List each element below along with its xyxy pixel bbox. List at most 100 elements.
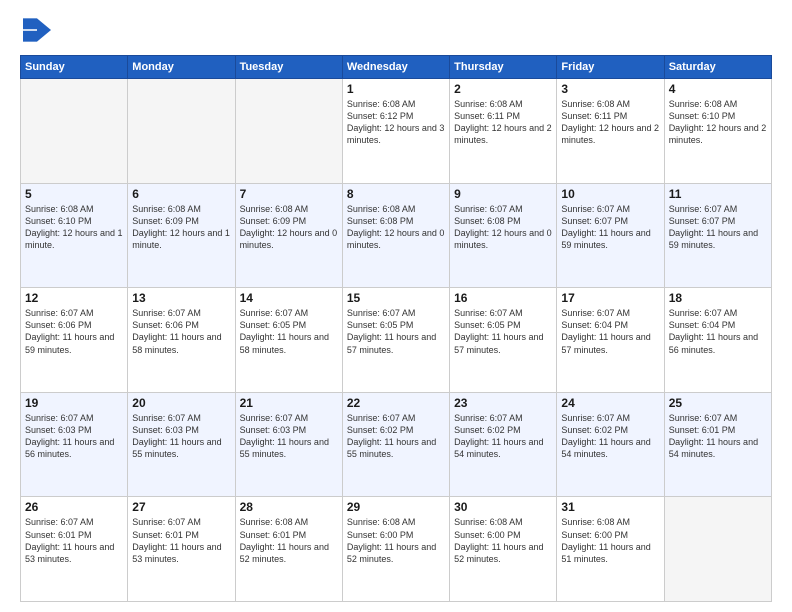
day-number: 21 — [240, 396, 338, 410]
day-of-week-header: Wednesday — [342, 56, 449, 79]
day-info: Sunrise: 6:07 AM Sunset: 6:01 PM Dayligh… — [25, 516, 123, 565]
calendar-cell: 31 Sunrise: 6:08 AM Sunset: 6:00 PM Dayli… — [557, 497, 664, 602]
calendar-cell — [664, 497, 771, 602]
day-info: Sunrise: 6:07 AM Sunset: 6:01 PM Dayligh… — [669, 412, 767, 461]
day-number: 11 — [669, 187, 767, 201]
day-info: Sunrise: 6:07 AM Sunset: 6:03 PM Dayligh… — [25, 412, 123, 461]
calendar-cell: 27 Sunrise: 6:07 AM Sunset: 6:01 PM Dayli… — [128, 497, 235, 602]
day-info: Sunrise: 6:07 AM Sunset: 6:06 PM Dayligh… — [25, 307, 123, 356]
calendar-cell: 5 Sunrise: 6:08 AM Sunset: 6:10 PM Daylig… — [21, 183, 128, 288]
calendar-week-row: 26 Sunrise: 6:07 AM Sunset: 6:01 PM Dayli… — [21, 497, 772, 602]
calendar-cell: 22 Sunrise: 6:07 AM Sunset: 6:02 PM Dayli… — [342, 392, 449, 497]
day-number: 23 — [454, 396, 552, 410]
day-number: 27 — [132, 500, 230, 514]
calendar-cell: 19 Sunrise: 6:07 AM Sunset: 6:03 PM Dayli… — [21, 392, 128, 497]
day-info: Sunrise: 6:07 AM Sunset: 6:02 PM Dayligh… — [347, 412, 445, 461]
calendar-cell: 23 Sunrise: 6:07 AM Sunset: 6:02 PM Dayli… — [450, 392, 557, 497]
calendar-cell — [128, 79, 235, 184]
day-of-week-header: Saturday — [664, 56, 771, 79]
calendar-cell: 30 Sunrise: 6:08 AM Sunset: 6:00 PM Dayli… — [450, 497, 557, 602]
calendar-cell: 20 Sunrise: 6:07 AM Sunset: 6:03 PM Dayli… — [128, 392, 235, 497]
day-info: Sunrise: 6:07 AM Sunset: 6:06 PM Dayligh… — [132, 307, 230, 356]
calendar-cell: 7 Sunrise: 6:08 AM Sunset: 6:09 PM Daylig… — [235, 183, 342, 288]
day-number: 12 — [25, 291, 123, 305]
day-info: Sunrise: 6:08 AM Sunset: 6:09 PM Dayligh… — [240, 203, 338, 252]
calendar-table: SundayMondayTuesdayWednesdayThursdayFrid… — [20, 55, 772, 602]
calendar-week-row: 5 Sunrise: 6:08 AM Sunset: 6:10 PM Daylig… — [21, 183, 772, 288]
day-info: Sunrise: 6:07 AM Sunset: 6:05 PM Dayligh… — [347, 307, 445, 356]
day-info: Sunrise: 6:07 AM Sunset: 6:05 PM Dayligh… — [454, 307, 552, 356]
day-info: Sunrise: 6:08 AM Sunset: 6:01 PM Dayligh… — [240, 516, 338, 565]
day-of-week-header: Sunday — [21, 56, 128, 79]
calendar-cell: 9Sunrise: 6:07 AM Sunset: 6:08 PM Daylig… — [450, 183, 557, 288]
day-info: Sunrise: 6:08 AM Sunset: 6:11 PM Dayligh… — [454, 98, 552, 147]
day-info: Sunrise: 6:07 AM Sunset: 6:01 PM Dayligh… — [132, 516, 230, 565]
calendar-cell — [235, 79, 342, 184]
calendar-cell: 25 Sunrise: 6:07 AM Sunset: 6:01 PM Dayli… — [664, 392, 771, 497]
day-info: Sunrise: 6:08 AM Sunset: 6:00 PM Dayligh… — [561, 516, 659, 565]
day-info: Sunrise: 6:07 AM Sunset: 6:05 PM Dayligh… — [240, 307, 338, 356]
day-number: 8 — [347, 187, 445, 201]
day-number: 4 — [669, 82, 767, 96]
calendar-cell — [21, 79, 128, 184]
day-of-week-header: Friday — [557, 56, 664, 79]
calendar-cell: 11 Sunrise: 6:07 AM Sunset: 6:07 PM Dayli… — [664, 183, 771, 288]
day-number: 14 — [240, 291, 338, 305]
day-number: 5 — [25, 187, 123, 201]
calendar-cell: 15Sunrise: 6:07 AM Sunset: 6:05 PM Dayli… — [342, 288, 449, 393]
day-info: Sunrise: 6:08 AM Sunset: 6:10 PM Dayligh… — [669, 98, 767, 147]
calendar-cell: 10 Sunrise: 6:07 AM Sunset: 6:07 PM Dayli… — [557, 183, 664, 288]
day-info: Sunrise: 6:08 AM Sunset: 6:00 PM Dayligh… — [347, 516, 445, 565]
day-number: 18 — [669, 291, 767, 305]
day-of-week-header: Thursday — [450, 56, 557, 79]
day-number: 30 — [454, 500, 552, 514]
day-number: 6 — [132, 187, 230, 201]
calendar-week-row: 19 Sunrise: 6:07 AM Sunset: 6:03 PM Dayli… — [21, 392, 772, 497]
day-number: 20 — [132, 396, 230, 410]
calendar-cell: 21 Sunrise: 6:07 AM Sunset: 6:03 PM Dayli… — [235, 392, 342, 497]
day-number: 22 — [347, 396, 445, 410]
calendar-cell: 1Sunrise: 6:08 AM Sunset: 6:12 PM Daylig… — [342, 79, 449, 184]
calendar-cell: 26 Sunrise: 6:07 AM Sunset: 6:01 PM Dayli… — [21, 497, 128, 602]
day-info: Sunrise: 6:07 AM Sunset: 6:03 PM Dayligh… — [240, 412, 338, 461]
header — [20, 18, 772, 47]
calendar-cell: 17Sunrise: 6:07 AM Sunset: 6:04 PM Dayli… — [557, 288, 664, 393]
day-number: 26 — [25, 500, 123, 514]
day-info: Sunrise: 6:07 AM Sunset: 6:02 PM Dayligh… — [454, 412, 552, 461]
calendar-cell: 4 Sunrise: 6:08 AM Sunset: 6:10 PM Daylig… — [664, 79, 771, 184]
day-number: 1 — [347, 82, 445, 96]
day-number: 31 — [561, 500, 659, 514]
calendar-cell: 29Sunrise: 6:08 AM Sunset: 6:00 PM Dayli… — [342, 497, 449, 602]
calendar-cell: 8Sunrise: 6:08 AM Sunset: 6:08 PM Daylig… — [342, 183, 449, 288]
calendar-cell: 3Sunrise: 6:08 AM Sunset: 6:11 PM Daylig… — [557, 79, 664, 184]
day-number: 2 — [454, 82, 552, 96]
day-info: Sunrise: 6:07 AM Sunset: 6:07 PM Dayligh… — [669, 203, 767, 252]
day-number: 28 — [240, 500, 338, 514]
calendar-cell: 14 Sunrise: 6:07 AM Sunset: 6:05 PM Dayli… — [235, 288, 342, 393]
day-number: 24 — [561, 396, 659, 410]
calendar-cell: 6 Sunrise: 6:08 AM Sunset: 6:09 PM Daylig… — [128, 183, 235, 288]
day-info: Sunrise: 6:07 AM Sunset: 6:03 PM Dayligh… — [132, 412, 230, 461]
day-info: Sunrise: 6:07 AM Sunset: 6:07 PM Dayligh… — [561, 203, 659, 252]
calendar-cell: 18 Sunrise: 6:07 AM Sunset: 6:04 PM Dayli… — [664, 288, 771, 393]
calendar-week-row: 12 Sunrise: 6:07 AM Sunset: 6:06 PM Dayli… — [21, 288, 772, 393]
day-info: Sunrise: 6:07 AM Sunset: 6:04 PM Dayligh… — [669, 307, 767, 356]
day-info: Sunrise: 6:07 AM Sunset: 6:02 PM Dayligh… — [561, 412, 659, 461]
day-of-week-header: Tuesday — [235, 56, 342, 79]
day-info: Sunrise: 6:08 AM Sunset: 6:10 PM Dayligh… — [25, 203, 123, 252]
calendar-cell: 16 Sunrise: 6:07 AM Sunset: 6:05 PM Dayli… — [450, 288, 557, 393]
day-info: Sunrise: 6:08 AM Sunset: 6:11 PM Dayligh… — [561, 98, 659, 147]
day-number: 16 — [454, 291, 552, 305]
day-number: 10 — [561, 187, 659, 201]
calendar-cell: 13Sunrise: 6:07 AM Sunset: 6:06 PM Dayli… — [128, 288, 235, 393]
day-info: Sunrise: 6:07 AM Sunset: 6:04 PM Dayligh… — [561, 307, 659, 356]
calendar-week-row: 1Sunrise: 6:08 AM Sunset: 6:12 PM Daylig… — [21, 79, 772, 184]
calendar-cell: 28 Sunrise: 6:08 AM Sunset: 6:01 PM Dayli… — [235, 497, 342, 602]
day-number: 25 — [669, 396, 767, 410]
day-number: 7 — [240, 187, 338, 201]
day-number: 19 — [25, 396, 123, 410]
day-info: Sunrise: 6:08 AM Sunset: 6:09 PM Dayligh… — [132, 203, 230, 252]
page: SundayMondayTuesdayWednesdayThursdayFrid… — [0, 0, 792, 612]
day-number: 9 — [454, 187, 552, 201]
day-info: Sunrise: 6:08 AM Sunset: 6:00 PM Dayligh… — [454, 516, 552, 565]
